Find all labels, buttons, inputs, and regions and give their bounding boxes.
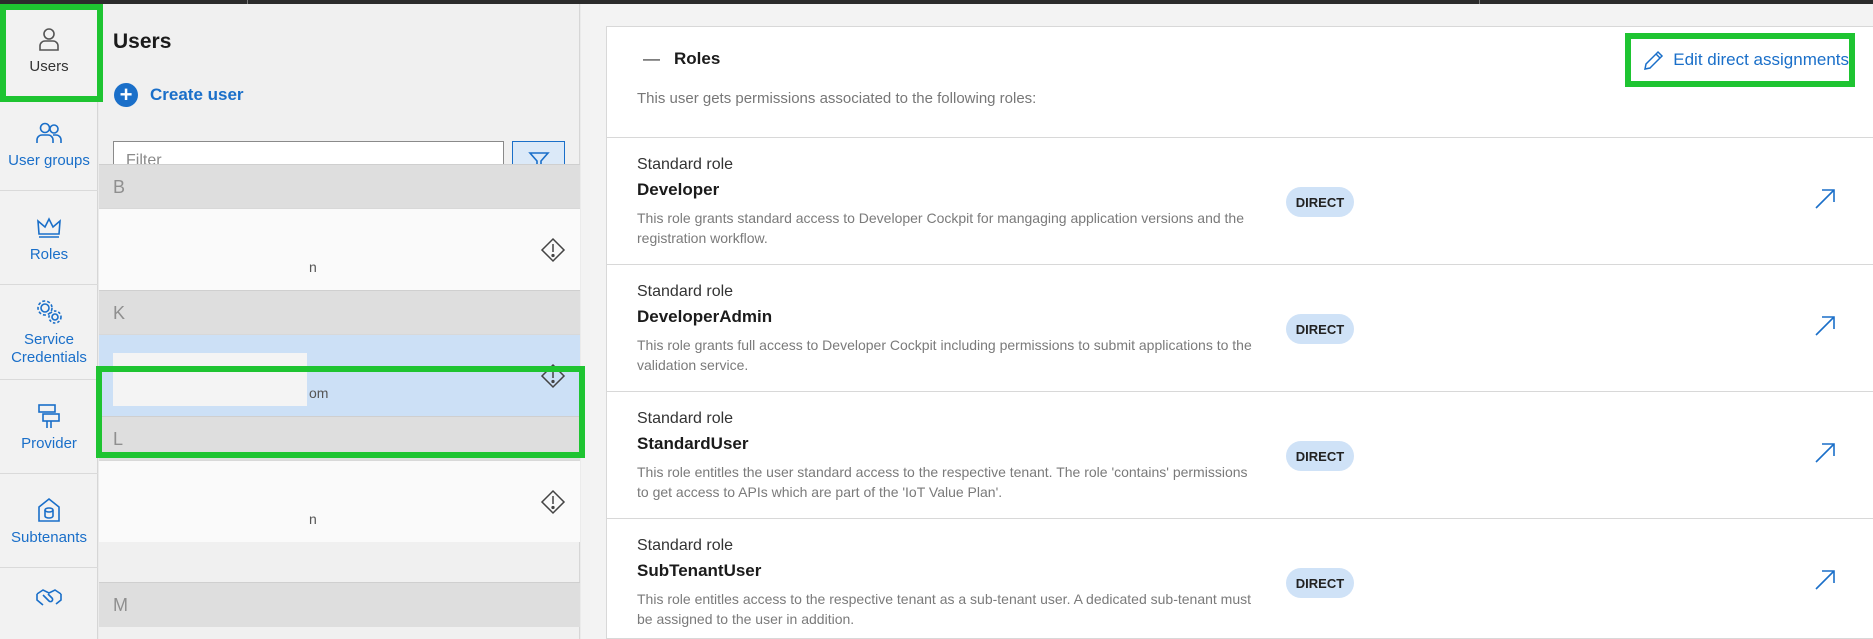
nav-item-service-credentials[interactable]: Service Credentials	[0, 285, 98, 380]
edit-direct-assignments-button[interactable]: Edit direct assignments	[1641, 47, 1849, 73]
role-row-developer: Standard role Developer This role grants…	[607, 137, 1873, 264]
direct-badge: DIRECT	[1286, 314, 1354, 344]
role-row-developeradmin: Standard role DeveloperAdmin This role g…	[607, 264, 1873, 391]
nav-rail: Users User groups Roles Service Credenti…	[0, 4, 98, 639]
role-kind: Standard role	[637, 283, 734, 300]
role-description: This role grants standard access to Deve…	[637, 210, 1244, 246]
group-header-m: M	[99, 582, 580, 627]
user-row[interactable]: n	[99, 460, 580, 542]
user-row-selected[interactable]: om	[99, 334, 580, 416]
nav-item-users[interactable]: Users	[0, 4, 98, 97]
nav-label: User groups	[8, 151, 90, 169]
handshake-icon	[36, 589, 62, 606]
group-header-k: K	[99, 290, 580, 335]
direct-badge: DIRECT	[1286, 441, 1354, 471]
nav-label: Roles	[29, 245, 69, 263]
role-name: SubTenantUser	[637, 561, 762, 580]
nav-label: Service Credentials	[11, 331, 87, 366]
users-list-panel: Users + Create user B n K om L n M	[99, 4, 580, 639]
user-details-panel: — Roles This user gets permissions assoc…	[581, 4, 1873, 639]
plus-icon: +	[114, 83, 138, 107]
nav-label: Users	[29, 58, 69, 75]
role-description: This role grants full access to Develope…	[637, 337, 1252, 373]
provider-icon	[38, 403, 60, 428]
gears-icon	[37, 300, 62, 324]
open-arrow-icon[interactable]	[1812, 440, 1838, 466]
redacted-user-name	[113, 353, 307, 406]
create-user-label: Create user	[150, 85, 244, 104]
roles-card: — Roles This user gets permissions assoc…	[606, 26, 1873, 639]
collapse-icon: —	[643, 49, 660, 68]
role-row-standarduser: Standard role StandardUser This role ent…	[607, 391, 1873, 518]
role-name: StandardUser	[637, 434, 749, 453]
role-name: DeveloperAdmin	[637, 307, 773, 326]
user-icon	[39, 28, 59, 51]
user-email: n	[309, 259, 317, 275]
role-description: This role entitles access to the respect…	[637, 591, 1252, 627]
create-user-button[interactable]: + Create user	[114, 83, 244, 107]
subtenant-icon	[38, 497, 60, 522]
user-row[interactable]: n	[99, 208, 580, 290]
nav-item-roles[interactable]: Roles	[0, 191, 98, 285]
warning-icon	[540, 489, 566, 515]
nav-item-provider[interactable]: Provider	[0, 380, 98, 474]
role-kind: Standard role	[637, 537, 734, 554]
nav-label: Subtenants	[11, 528, 87, 546]
user-email: n	[309, 511, 317, 527]
direct-badge: DIRECT	[1286, 568, 1354, 598]
role-description: This role entitles the user standard acc…	[637, 464, 1248, 500]
roles-subtitle: This user gets permissions associated to…	[637, 90, 1037, 107]
warning-icon	[540, 363, 566, 389]
role-kind: Standard role	[637, 156, 734, 173]
crown-icon	[37, 216, 61, 238]
nav-label: Provider	[21, 434, 77, 452]
group-header-b: B	[99, 164, 580, 209]
user-group-icon	[36, 122, 62, 143]
warning-icon	[540, 237, 566, 263]
open-arrow-icon[interactable]	[1812, 313, 1838, 339]
nav-item-subtenants[interactable]: Subtenants	[0, 474, 98, 568]
page-title: Users	[113, 30, 172, 53]
nav-item-user-groups[interactable]: User groups	[0, 97, 98, 191]
nav-item-partners[interactable]	[0, 568, 98, 639]
user-email: om	[309, 385, 329, 401]
group-header-l: L	[99, 416, 580, 461]
open-arrow-icon[interactable]	[1812, 567, 1838, 593]
direct-badge: DIRECT	[1286, 187, 1354, 217]
role-kind: Standard role	[637, 410, 734, 427]
edit-label: Edit direct assignments	[1673, 50, 1849, 69]
open-arrow-icon[interactable]	[1812, 186, 1838, 212]
role-row-subtenantuser: Standard role SubTenantUser This role en…	[607, 518, 1873, 639]
roles-section-toggle[interactable]: — Roles	[643, 49, 720, 69]
pencil-icon	[1644, 50, 1664, 70]
roles-title: Roles	[674, 49, 721, 68]
role-name: Developer	[637, 180, 720, 199]
